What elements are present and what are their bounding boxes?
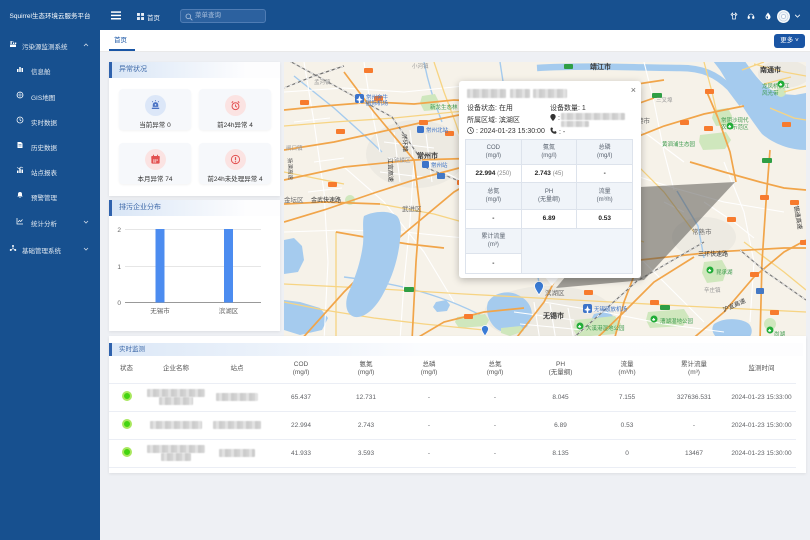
svg-text:滨湖区: 滨湖区	[545, 288, 565, 297]
svg-text:无锡市: 无锡市	[542, 311, 564, 320]
svg-text:大溪港湿地公园: 大溪港湿地公园	[586, 324, 625, 332]
svg-text:常熟市: 常熟市	[692, 227, 712, 236]
svg-text:风光带: 风光带	[762, 89, 779, 97]
svg-text:三叉埠: 三叉埠	[656, 96, 673, 104]
svg-text:新龙生态林: 新龙生态林	[430, 103, 458, 111]
svg-text:金坛区: 金坛区	[284, 195, 304, 204]
svg-text:0: 0	[117, 300, 121, 307]
svg-text:武进区: 武进区	[402, 204, 422, 213]
svg-text:金武快速路: 金武快速路	[311, 196, 341, 204]
svg-text:龙凤桥滨江: 龙凤桥滨江	[762, 82, 790, 90]
svg-text:三环快速路: 三环快速路	[698, 250, 728, 258]
svg-text:小河镇: 小河镇	[412, 62, 429, 70]
svg-text:靖江市: 靖江市	[590, 62, 611, 71]
svg-text:国际机场: 国际机场	[366, 99, 389, 107]
svg-text:无锡市: 无锡市	[150, 306, 170, 315]
svg-text:昆承湖: 昆承湖	[716, 268, 733, 276]
svg-text:漕湖湿地公园: 漕湖湿地公园	[660, 317, 694, 325]
svg-text:常州站: 常州站	[431, 161, 448, 169]
svg-text:钟楼区: 钟楼区	[394, 156, 411, 164]
svg-text:常州奔牛: 常州奔牛	[366, 93, 389, 101]
svg-text:1: 1	[117, 264, 121, 271]
svg-text:辛庄镇: 辛庄镇	[704, 286, 721, 294]
svg-text:常阴沙现代: 常阴沙现代	[721, 116, 749, 124]
svg-text:农业示范区: 农业示范区	[721, 123, 749, 131]
svg-text:常州市: 常州市	[417, 151, 438, 160]
svg-text:常州北站: 常州北站	[426, 126, 449, 134]
svg-text:2: 2	[117, 227, 121, 234]
svg-text:孟河镇: 孟河镇	[314, 78, 331, 86]
svg-text:闸口镇: 闸口镇	[286, 144, 303, 152]
svg-text:南通市: 南通市	[760, 65, 781, 74]
svg-text:无锡硕放机场: 无锡硕放机场	[594, 305, 628, 313]
svg-text:滨湖区: 滨湖区	[219, 306, 239, 315]
svg-text:黄泗浦生态园: 黄泗浦生态园	[662, 140, 696, 148]
